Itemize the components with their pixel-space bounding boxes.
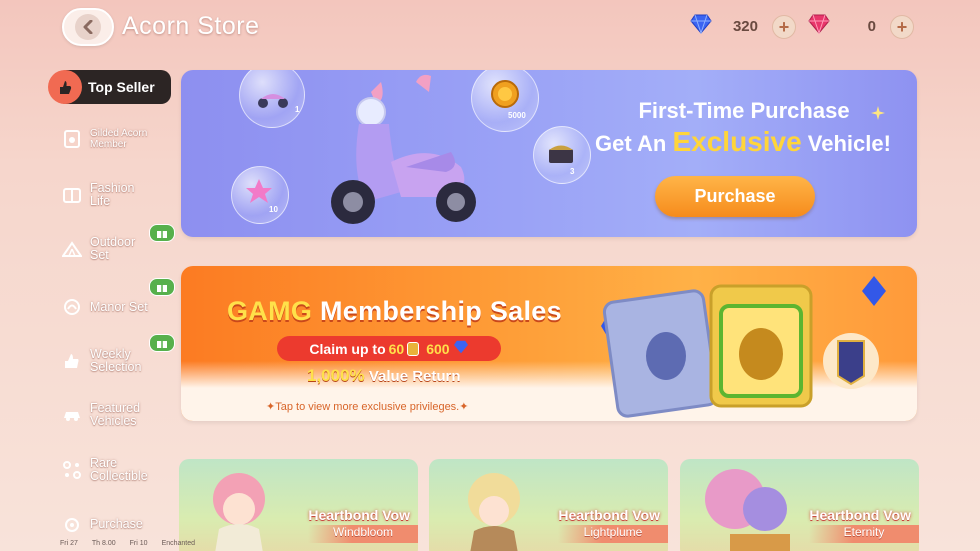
gift-badge-icon [149,334,175,352]
flame-hand-icon [48,70,82,104]
windbloom-character-illustration [213,473,265,551]
sidebar-item-label: Weekly Selection [90,347,142,374]
value-return-label: Value Return [368,368,461,385]
add-pink-gem-button[interactable]: + [890,14,914,39]
scooter-count: 1 [295,105,300,114]
sidebar-item-label: Featured Vehicles [90,401,141,428]
claim-gem-amount: 600 [426,340,450,357]
acorn-card-icon [62,129,82,149]
acorn-token-icon [407,341,420,356]
sidebar-item-featured-vehicles[interactable]: Featured Vehicles [62,402,177,428]
manor-icon [62,297,82,317]
strip-item: Fri 10 [129,540,148,547]
add-blue-gem-button[interactable]: + [772,14,796,39]
sparkle-icon [871,106,885,120]
banner1-line1: First-Time Purchase [638,98,850,123]
sidebar-item-label: Top Seller [88,79,155,95]
sparkle-icon [62,460,82,480]
sidebar-item-label: Outdoor Set [90,235,136,262]
outfit-card-lightplume[interactable]: Heartbond Vow Lightplume [429,459,668,551]
value-return: 1,000% Value Return [307,366,461,386]
coin-count: 5000 [508,111,526,120]
claim-pill: Claim up to 60 600 [277,336,501,361]
card-title: Heartbond Vow [809,507,911,523]
card-subtitle: Windbloom [308,525,418,543]
sidebar-item-top-seller[interactable]: Top Seller [48,70,171,104]
gift-badge-icon [149,278,175,296]
banner2-title: GAMG Membership Sales [227,296,562,327]
sidebar-item-outdoor-set[interactable]: Outdoor Set [62,224,177,262]
back-arrow-icon [75,14,101,40]
card-subtitle: Lightplume [558,525,668,543]
pink-gem-icon [808,14,830,39]
blue-gem-icon [690,14,712,39]
eternity-illustration [705,469,790,551]
outfit-card-eternity[interactable]: Heartbond Vow Eternity [680,459,919,551]
card-title: Heartbond Vow [558,507,660,523]
sidebar-item-label: Manor Set [90,299,148,314]
banner2-title-rest: Membership Sales [320,296,562,326]
sidebar-item-rare-collectible[interactable]: Rare Collectible [62,457,177,483]
bag-icon [62,514,82,534]
sidebar-item-label: Purchase [90,516,143,531]
pink-gem-amount: 0 [867,18,876,35]
card-subtitle: Eternity [809,525,919,543]
card-title: Heartbond Vow [308,507,410,523]
banner1-line2-prefix: Get An [595,131,667,156]
strip-item: Th 8.00 [91,540,116,547]
first-purchase-banner[interactable]: 1 10 5000 3 First-Time Purchase Get An E… [181,70,917,237]
value-percent: 1,000% [307,366,365,385]
sidebar-item-purchase[interactable]: Purchase [62,514,177,534]
outfit-card-windbloom[interactable]: Heartbond Vow Windbloom [179,459,418,551]
blue-gem-amount: 320 [732,18,758,35]
claim-acorn-amount: 60 [388,340,405,357]
banner1-highlight: Exclusive [672,126,802,157]
star-count: 10 [269,205,278,214]
strip-item: Enchanted [161,540,196,547]
sidebar-item-label: Gilded Acorn Member [90,128,148,150]
sidebar-item-manor-set[interactable]: Manor Set [62,278,177,317]
wardrobe-icon [62,185,82,205]
claim-prefix: Claim up to [309,340,386,357]
chest-count: 3 [570,167,575,176]
back-button[interactable] [62,8,114,46]
star-bubble: 10 [231,166,289,224]
scooter-bubble: 1 [239,70,305,128]
car-icon [62,405,82,425]
gift-badge-icon [149,224,175,242]
bottom-info-strip: Fri 27 Th 8.00 Fri 10 Enchanted [60,540,195,547]
thumbs-up-icon [62,351,82,371]
sidebar-item-label: Fashion Life [90,181,135,208]
sidebar-item-fashion-life[interactable]: Fashion Life [62,182,177,208]
tent-icon [62,239,82,259]
page-title: Acorn Store [122,12,260,40]
privileges-note: ✦Tap to view more exclusive privileges.✦ [266,401,469,413]
sidebar-item-weekly-selection[interactable]: Weekly Selection [62,334,177,374]
banner1-line2: Get An Exclusive Vehicle! [583,126,903,158]
blue-gem-icon [453,340,469,357]
banner2-title-highlight: GAMG [227,296,313,326]
membership-cards-illustration [601,276,886,418]
privileges-note-text: Tap to view more exclusive privileges. [275,401,460,413]
banner1-line2-suffix: Vehicle! [807,131,891,156]
purchase-button[interactable]: Purchase [655,176,815,217]
pink-gem-currency: 0 + [808,14,914,39]
strip-item: Fri 27 [60,540,78,547]
membership-sales-banner[interactable]: GAMG Membership Sales Claim up to 60 600… [181,266,917,421]
sidebar-item-gilded-acorn-member[interactable]: Gilded Acorn Member [62,128,177,150]
sidebar-item-label: Rare Collectible [90,456,148,483]
lightplume-character-illustration [468,473,520,551]
scooter-illustration [331,74,476,224]
blue-gem-currency: 320 + [690,14,796,39]
